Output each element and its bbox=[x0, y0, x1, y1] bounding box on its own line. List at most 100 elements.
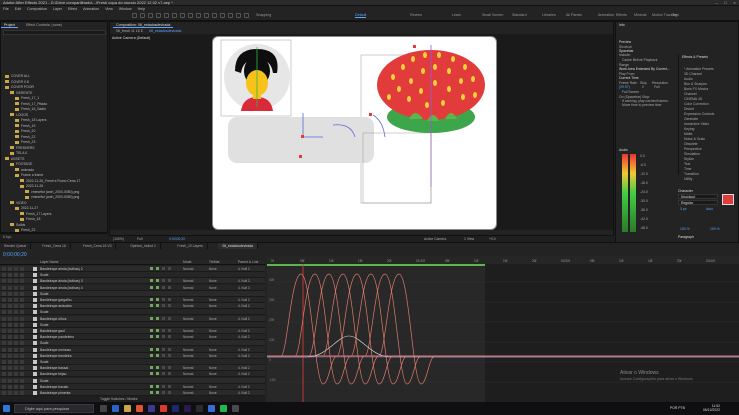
layer-parent[interactable]: 4. Null 2 bbox=[238, 278, 250, 284]
eye-toggle-icon[interactable] bbox=[2, 273, 6, 278]
project-item[interactable]: Frame a frame bbox=[15, 173, 43, 178]
project-item[interactable]: 2022-11-26_Fresh e Rumo Cena 17 bbox=[20, 179, 80, 184]
toggle-switches-modes[interactable]: Toggle Switches / Modes bbox=[100, 397, 138, 401]
workspace-default[interactable]: Default bbox=[355, 13, 367, 18]
layer-color-label[interactable] bbox=[33, 267, 37, 271]
workspace-review[interactable]: Review bbox=[410, 13, 422, 17]
layer-switch-icon[interactable] bbox=[150, 353, 153, 357]
layer-switch-icon[interactable] bbox=[168, 279, 171, 283]
project-item[interactable]: Fresh_19 bbox=[15, 124, 35, 129]
effect-category[interactable]: Stylize bbox=[684, 157, 694, 161]
snapping-label[interactable]: Snapping bbox=[256, 13, 271, 17]
project-item[interactable]: COVER 0.8 bbox=[5, 80, 29, 85]
project-search-input[interactable] bbox=[3, 30, 106, 35]
lock-toggle-icon[interactable] bbox=[20, 347, 24, 352]
effect-category[interactable]: Time bbox=[684, 167, 691, 171]
layer-name[interactable]: Bandeirape uminoso bbox=[40, 347, 71, 353]
layer-parent[interactable]: 4. Null 2 bbox=[238, 371, 250, 377]
layer-name[interactable]: Bandeirape olhos bbox=[40, 316, 66, 322]
layer-name[interactable]: Bandeirape bandeira bbox=[40, 353, 71, 359]
solo-toggle-icon[interactable] bbox=[14, 384, 18, 389]
layer-switch-icon[interactable] bbox=[156, 285, 159, 289]
audio-toggle-icon[interactable] bbox=[8, 378, 12, 383]
eye-toggle-icon[interactable] bbox=[2, 279, 6, 284]
language-indicator[interactable]: POR PTB bbox=[670, 406, 685, 410]
eye-toggle-icon[interactable] bbox=[2, 378, 6, 383]
layer-color-label[interactable] bbox=[33, 279, 37, 284]
layer-switch-icon[interactable] bbox=[150, 298, 153, 301]
layer-switch-icon[interactable] bbox=[168, 267, 171, 270]
eye-toggle-icon[interactable] bbox=[2, 310, 6, 315]
workspace-effects[interactable]: Effects bbox=[616, 13, 627, 17]
layer-name[interactable]: Bandeirape gargalho bbox=[40, 297, 71, 303]
layer-mode[interactable]: Normal bbox=[183, 328, 193, 334]
effect-category[interactable]: Keying bbox=[684, 127, 694, 131]
audio-toggle-icon[interactable] bbox=[8, 316, 12, 321]
media-encoder-icon[interactable] bbox=[196, 405, 203, 412]
layer-switch-icon[interactable] bbox=[156, 329, 159, 332]
solo-toggle-icon[interactable] bbox=[14, 310, 18, 315]
vertical-scale-value[interactable]: 100 % bbox=[680, 227, 690, 231]
eye-toggle-icon[interactable] bbox=[2, 285, 6, 290]
layer-switch-icon[interactable] bbox=[168, 347, 171, 351]
layer-mode[interactable]: Normal bbox=[183, 278, 193, 284]
layer-color-label[interactable] bbox=[33, 391, 37, 395]
layer-switch-icon[interactable] bbox=[162, 298, 165, 301]
layer-name[interactable]: Bandeirape ainda (bolhas) 4 bbox=[40, 285, 83, 291]
project-item[interactable]: COVER POOR bbox=[5, 85, 34, 90]
view-select[interactable]: 1 View bbox=[464, 237, 474, 241]
effect-category[interactable]: Obsolete bbox=[684, 142, 698, 146]
lock-toggle-icon[interactable] bbox=[20, 316, 24, 321]
layer-name[interactable]: Scale bbox=[40, 378, 48, 384]
lock-toggle-icon[interactable] bbox=[20, 360, 24, 364]
chrome-icon[interactable] bbox=[160, 405, 167, 412]
lock-toggle-icon[interactable] bbox=[20, 310, 24, 315]
exposure-value[interactable]: +0.0 bbox=[489, 237, 496, 241]
layer-switch-icon[interactable] bbox=[162, 335, 165, 339]
audio-toggle-icon[interactable] bbox=[8, 298, 12, 302]
hand-tool-icon[interactable] bbox=[148, 13, 153, 18]
layer-name[interactable]: Bandeirape bacaio bbox=[40, 384, 68, 390]
solo-toggle-icon[interactable] bbox=[14, 316, 18, 321]
solo-toggle-icon[interactable] bbox=[14, 335, 18, 340]
audio-toggle-icon[interactable] bbox=[8, 310, 12, 315]
layer-row[interactable]: Scale bbox=[0, 340, 265, 347]
solo-toggle-icon[interactable] bbox=[14, 322, 18, 327]
layer-switch-icon[interactable] bbox=[168, 353, 171, 357]
layer-switch-icon[interactable] bbox=[162, 391, 165, 394]
project-item[interactable]: Fresh_22 bbox=[15, 135, 35, 140]
solo-toggle-icon[interactable] bbox=[14, 267, 18, 271]
layer-switch-icon[interactable] bbox=[150, 279, 153, 283]
solo-toggle-icon[interactable] bbox=[14, 285, 18, 290]
eye-toggle-icon[interactable] bbox=[2, 335, 6, 340]
layer-color-label[interactable] bbox=[33, 366, 37, 371]
selection-tool-icon[interactable] bbox=[140, 13, 145, 18]
layer-name[interactable]: Scale bbox=[40, 291, 48, 297]
tab-project[interactable]: Project bbox=[1, 22, 19, 28]
layer-row[interactable]: Bandeirape bacaio Normal None 4. Null 2 bbox=[0, 383, 265, 390]
brush-tool-icon[interactable] bbox=[212, 13, 217, 18]
layer-color-label[interactable] bbox=[33, 341, 37, 346]
resolution-value[interactable]: Full bbox=[654, 85, 659, 89]
eye-toggle-icon[interactable] bbox=[2, 372, 6, 377]
audio-toggle-icon[interactable] bbox=[8, 273, 12, 278]
effect-category[interactable]: Color Correction bbox=[684, 102, 709, 106]
audio-toggle-icon[interactable] bbox=[8, 285, 12, 290]
workspace-libraries[interactable]: Libraries bbox=[542, 13, 556, 17]
eye-toggle-icon[interactable] bbox=[2, 347, 6, 352]
eye-toggle-icon[interactable] bbox=[2, 329, 6, 333]
project-item[interactable]: 2022-11-26 bbox=[20, 184, 43, 189]
audio-toggle-icon[interactable] bbox=[8, 279, 12, 284]
text-tool-icon[interactable] bbox=[204, 13, 209, 18]
layer-switch-icon[interactable] bbox=[168, 285, 171, 289]
effect-category[interactable]: 3D Channel bbox=[684, 72, 702, 76]
project-item[interactable]: Fresh_18 Layers bbox=[15, 118, 46, 123]
font-size-value[interactable]: 3 px bbox=[680, 207, 686, 211]
audio-toggle-icon[interactable] bbox=[8, 372, 12, 377]
project-item[interactable]: Solids bbox=[10, 223, 25, 228]
layer-switch-icon[interactable] bbox=[150, 391, 153, 394]
layer-switch-icon[interactable] bbox=[156, 304, 159, 308]
layer-parent[interactable]: 4. Null 3 bbox=[238, 285, 250, 291]
layer-switch-icon[interactable] bbox=[162, 366, 165, 370]
audio-toggle-icon[interactable] bbox=[8, 267, 12, 271]
